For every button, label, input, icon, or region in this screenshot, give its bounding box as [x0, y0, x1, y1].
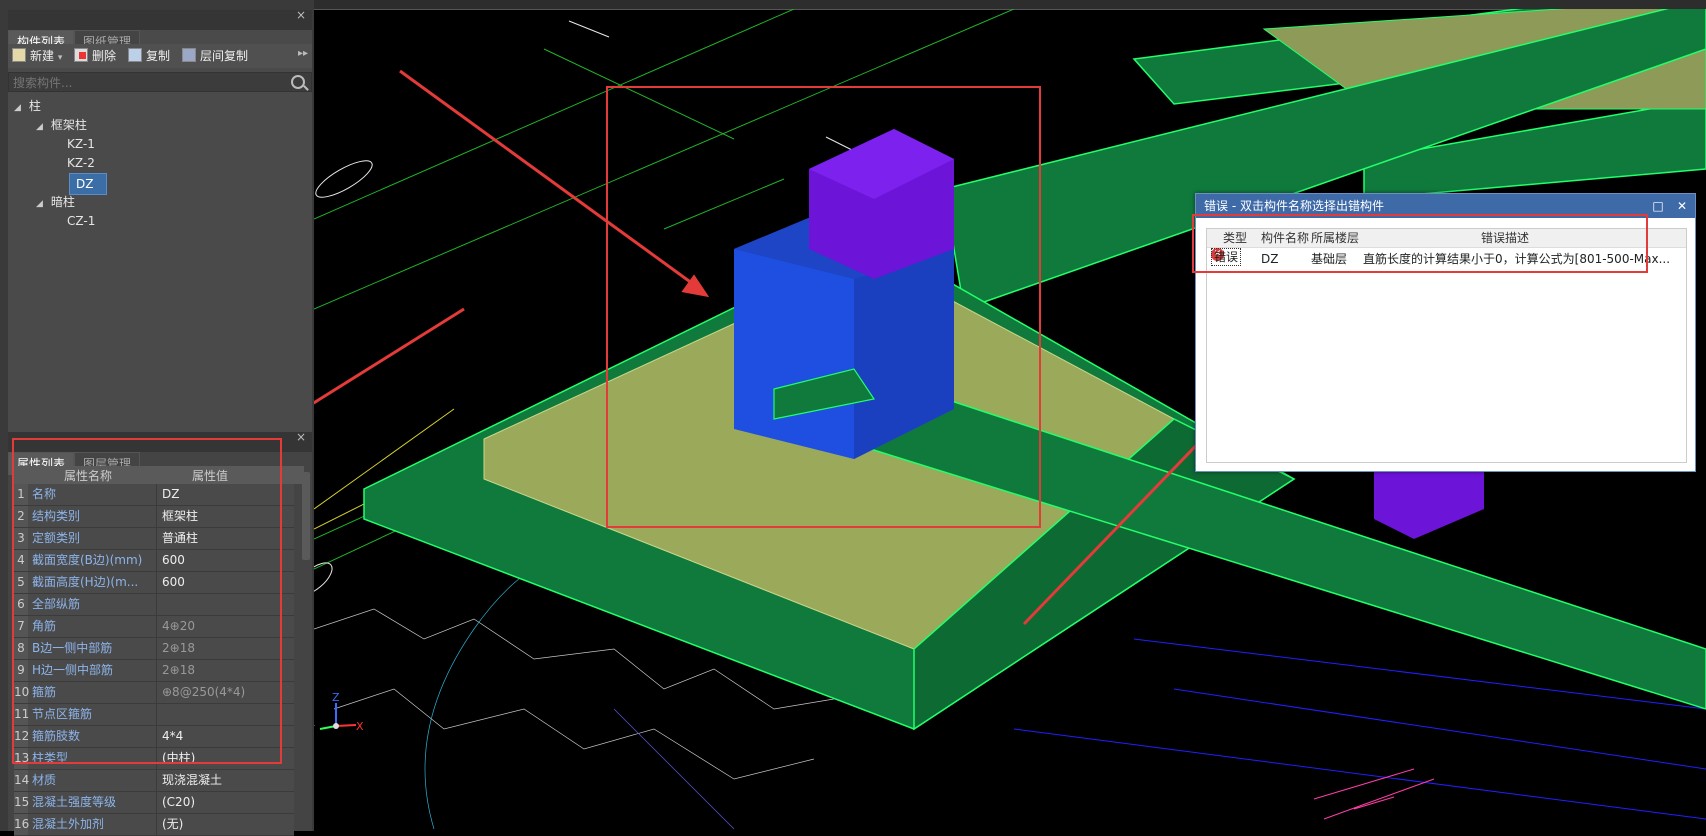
component-tree: ◢ 柱 ◢ 框架柱 KZ-1 KZ-2 DZ ◢ 暗柱 CZ-1 [8, 94, 312, 434]
property-highlight-box [12, 438, 282, 764]
new-icon [12, 48, 26, 62]
close-icon[interactable]: × [296, 430, 306, 444]
expand-icon[interactable]: ◢ [14, 98, 21, 118]
close-icon[interactable]: × [296, 8, 306, 22]
axis-gizmo: Z X Y [314, 691, 364, 736]
row-index: 14 [14, 770, 29, 791]
maximize-icon[interactable]: □ [1647, 194, 1669, 218]
property-value[interactable]: (无) [162, 814, 183, 835]
tree-item[interactable]: ◢ 柱 [14, 96, 41, 116]
expand-icon[interactable]: ◢ [36, 117, 43, 137]
error-dialog: 错误 - 双击构件名称选择出错构件 □ ✕ 类型 构件名称 所属楼层 错误描述 … [1192, 193, 1696, 472]
property-row[interactable]: 16 混凝土外加剂 (无) [14, 814, 294, 836]
dialog-title: 错误 - 双击构件名称选择出错构件 [1204, 199, 1384, 213]
search-box [8, 72, 312, 93]
error-highlight-box [1192, 214, 1648, 273]
row-index: 15 [14, 792, 29, 813]
axis-z-label: Z [332, 691, 340, 704]
magenta-text [1313, 768, 1435, 820]
scrollbar[interactable] [302, 472, 310, 560]
delete-icon [74, 48, 88, 62]
copy-icon [128, 48, 142, 62]
property-name: 混凝土强度等级 [32, 792, 157, 813]
copy-button[interactable]: 复制 [128, 47, 170, 65]
tree-item[interactable]: ◢ 暗柱 [36, 192, 75, 212]
property-row[interactable]: 14 材质 现浇混凝土 [14, 770, 294, 792]
tree-item[interactable]: ◢ 框架柱 [36, 115, 87, 135]
property-name: 材质 [32, 770, 157, 791]
delete-button[interactable]: 删除 [74, 47, 116, 65]
search-icon[interactable] [291, 75, 305, 89]
axis-x-label: X [356, 720, 364, 733]
overflow-icon[interactable]: ▸▸ [298, 48, 308, 59]
property-value[interactable]: 现浇混凝土 [162, 770, 222, 791]
chevron-down-icon[interactable]: ▾ [58, 53, 63, 63]
row-index: 16 [14, 814, 29, 835]
tree-item[interactable]: KZ-1 [67, 134, 95, 154]
panel-header: × [8, 8, 312, 30]
axis-y-label: Y [314, 723, 315, 736]
tree-item[interactable]: KZ-2 [67, 153, 95, 173]
floor-copy-icon [182, 48, 196, 62]
property-value[interactable]: (C20) [162, 792, 195, 813]
search-input[interactable] [9, 73, 285, 93]
property-name: 混凝土外加剂 [32, 814, 157, 835]
tree-item[interactable]: CZ-1 [67, 211, 95, 231]
new-button[interactable]: 新建 ▾ [12, 47, 62, 65]
property-row[interactable]: 15 混凝土强度等级 (C20) [14, 792, 294, 814]
close-icon[interactable]: ✕ [1671, 194, 1693, 218]
expand-icon[interactable]: ◢ [36, 194, 43, 214]
component-toolbar: 新建 ▾ 删除 复制 层间复制 ▸▸ [8, 44, 312, 68]
floor-copy-button[interactable]: 层间复制 [182, 47, 248, 65]
component-panel: × 构件列表 图纸管理 新建 ▾ 删除 复制 层间复制 ▸▸ ◢柱 [8, 8, 312, 434]
